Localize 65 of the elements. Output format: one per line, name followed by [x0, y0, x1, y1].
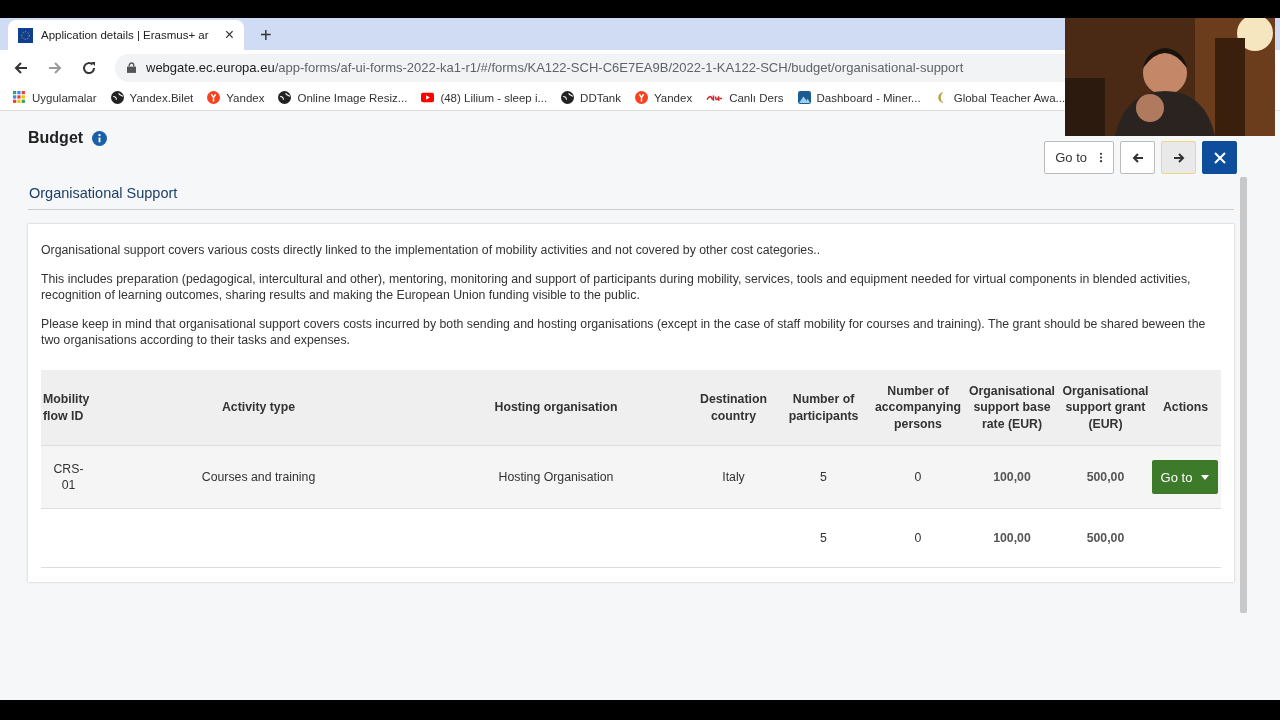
previous-button[interactable] [1120, 141, 1155, 174]
column-header: Number of participants [787, 391, 860, 424]
tab-title: Application details | Erasmus+ ar [41, 29, 210, 41]
bookmark[interactable]: Uygulamalar [13, 91, 97, 104]
column-header: Destination country [699, 391, 768, 424]
caret-icon [1201, 474, 1210, 480]
table-cell-text: Hosting Organisation [497, 469, 615, 485]
globe-icon [278, 91, 292, 104]
next-button[interactable] [1161, 141, 1196, 174]
bookmark[interactable]: Yandex [635, 91, 693, 104]
bookmark[interactable]: Yandex [207, 91, 265, 104]
mountain-icon [797, 91, 811, 104]
close-tab-button[interactable]: × [224, 27, 234, 43]
paragraph: Organisational support covers various costs directly linked to the implementation of mobility activities and not covered by other cost categories.. [41, 242, 822, 258]
bookmark[interactable]: (48) Lilium - sleep i... [421, 91, 548, 104]
bookmark[interactable]: Yandex.Bilet [110, 91, 194, 104]
globe-icon [110, 91, 124, 104]
page-title: Budget [28, 129, 84, 147]
table-cell-text: 100,00 [992, 469, 1032, 485]
info-icon[interactable] [92, 130, 108, 146]
section-title: Organisational Support [28, 185, 1234, 210]
lock-icon [127, 62, 136, 73]
total-cell-text: 100,00 [992, 530, 1032, 546]
paragraph: This includes preparation (pedagogical, intercultural and other), mentoring, monitoring and support of participants during mobility, services, tools and equipment needed for virtual components in blended activities, recognition of learning outcomes, sharing results and making the European Union funding visible to the public. [41, 271, 1192, 303]
forward-icon[interactable] [47, 59, 63, 76]
column-header: Actions [1161, 399, 1210, 416]
go-to-dropdown-button[interactable]: Go to [1152, 460, 1218, 494]
table-cell-text: Italy [721, 469, 746, 485]
reload-icon[interactable] [81, 59, 97, 76]
browser-tab[interactable]: Application details | Erasmus+ ar × [8, 20, 244, 50]
back-icon[interactable] [13, 59, 29, 76]
go-to-button[interactable]: Go to [1044, 141, 1114, 174]
right-arrow-icon [1171, 150, 1186, 165]
table-cell-text: 500,00 [1085, 469, 1126, 485]
table-cell-text: 0 [913, 469, 923, 485]
table-cell-text: Courses and training [200, 469, 317, 485]
column-header: Number of accompanying persons [873, 382, 963, 433]
close-button[interactable] [1202, 141, 1237, 174]
close-icon [1212, 150, 1227, 165]
total-cell-text: 5 [819, 530, 828, 546]
new-tab-button[interactable]: + [254, 20, 278, 50]
bookmark[interactable]: Dashboard - Miner... [797, 91, 921, 104]
table-cell-text: CRS-01 [52, 461, 85, 493]
circle-y-icon [635, 91, 648, 104]
left-arrow-icon [1130, 150, 1145, 165]
play-icon [421, 91, 435, 104]
globe-icon [561, 91, 575, 104]
column-header: Organisational support grant (EUR) [1061, 382, 1150, 433]
kebab-icon [1099, 152, 1103, 163]
column-header: Organisational support base rate (EUR) [967, 382, 1057, 433]
paragraph: Please keep in mind that organisational support covers costs incurred by both sending and hosting organisations (except in the case of staff mobility for courses and training). The grant should be shared beween the two organisations according to their tasks and expenses. [41, 316, 1207, 348]
total-cell-text: 500,00 [1085, 530, 1126, 546]
column-header: Mobility flow ID [42, 391, 91, 424]
bookmark[interactable]: Online Image Resiz... [278, 91, 408, 104]
scrollbar[interactable] [1240, 177, 1247, 613]
apps-grid-icon [13, 91, 26, 104]
column-header: Hosting organisation [493, 399, 619, 416]
flag-icon [18, 27, 33, 43]
column-header: Activity type [220, 399, 297, 416]
total-cell-text: 0 [913, 530, 923, 546]
circle-y-icon [207, 91, 221, 104]
bookmark[interactable]: DDTank [561, 91, 621, 104]
bookmark[interactable]: Global Teacher Awa... [934, 91, 1066, 104]
table-cell-text: 5 [819, 469, 828, 485]
bookmark[interactable]: Canlı Ders [706, 91, 784, 104]
